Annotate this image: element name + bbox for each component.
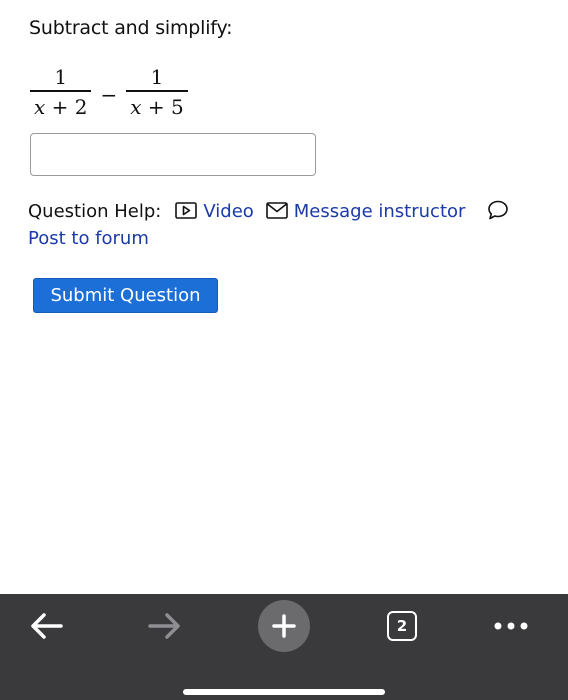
question-help-label: Question Help:: [28, 201, 162, 222]
video-icon: [175, 202, 198, 219]
new-tab-button[interactable]: [254, 600, 314, 652]
denominator-right-rest: + 5: [141, 94, 184, 119]
variable-x: x: [34, 94, 46, 119]
chat-bubble-icon: [488, 200, 509, 220]
tabs-icon: 2: [387, 611, 417, 641]
tabs-button[interactable]: 2: [372, 606, 432, 646]
video-link[interactable]: Video: [175, 201, 254, 222]
more-icon: [494, 622, 528, 630]
minus-operator: −: [100, 82, 118, 107]
math-expression: 1 x + 2 − 1 x + 5: [30, 64, 188, 122]
browser-toolbar: 2: [0, 594, 568, 700]
back-arrow-icon: [31, 613, 63, 639]
more-button[interactable]: [481, 606, 541, 646]
post-to-forum-link[interactable]: Post to forum: [28, 228, 149, 249]
message-instructor-link[interactable]: Message instructor: [265, 201, 466, 222]
forward-button[interactable]: [135, 606, 195, 646]
video-label: Video: [203, 201, 254, 222]
mail-icon: [265, 202, 288, 219]
fraction-left: 1 x + 2: [30, 64, 92, 122]
numerator-right: 1: [150, 65, 164, 89]
forward-arrow-icon: [148, 613, 180, 639]
home-indicator: [183, 689, 385, 695]
plus-icon: [272, 614, 296, 638]
denominator-left: x + 2: [30, 92, 91, 122]
message-instructor-label: Message instructor: [293, 201, 466, 222]
numerator-left: 1: [54, 65, 68, 89]
denominator-right: x + 5: [126, 92, 187, 122]
back-button[interactable]: [16, 606, 76, 646]
submit-question-button[interactable]: Submit Question: [33, 278, 218, 313]
answer-input[interactable]: [30, 133, 316, 176]
denominator-left-rest: + 2: [45, 94, 88, 119]
fraction-right: 1 x + 5: [126, 64, 188, 122]
new-tab-circle: [258, 600, 310, 652]
variable-x: x: [130, 94, 142, 119]
question-help: Question Help: Video Message instructor Pos…: [28, 198, 548, 252]
question-prompt: Subtract and simplify:: [29, 17, 233, 39]
